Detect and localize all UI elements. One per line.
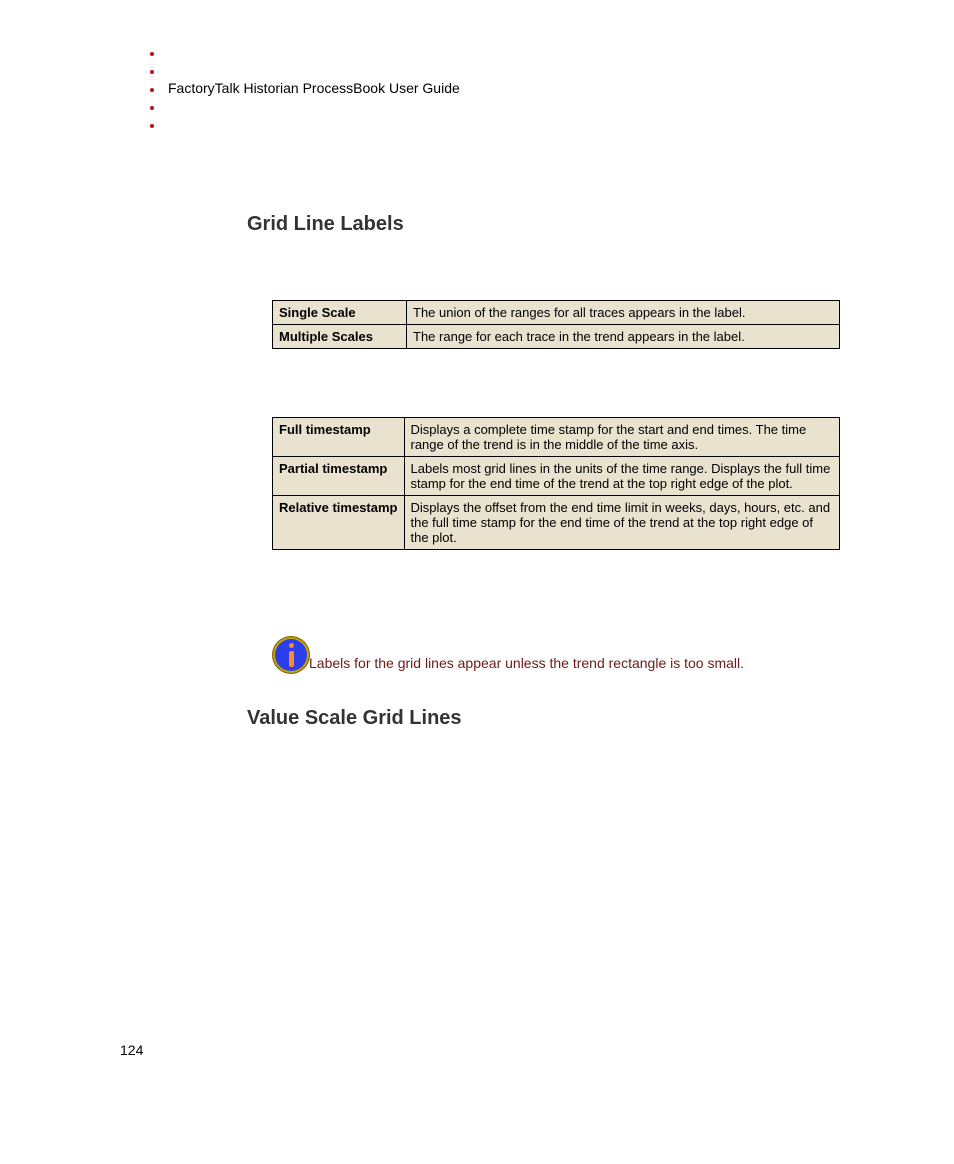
table-row: Partial timestamp Labels most grid lines… [273, 457, 840, 496]
page-number: 124 [120, 1042, 143, 1058]
table-value: Displays the offset from the end time li… [404, 496, 840, 550]
timestamp-labels-table: Full timestamp Displays a complete time … [272, 417, 840, 550]
document-header-title: FactoryTalk Historian ProcessBook User G… [168, 80, 460, 96]
table-key: Multiple Scales [273, 325, 407, 349]
note-row: Labels for the grid lines appear unless … [273, 637, 744, 673]
table-value: The range for each trace in the trend ap… [407, 325, 840, 349]
table-key: Relative timestamp [273, 496, 405, 550]
info-icon [273, 637, 309, 673]
note-text: Labels for the grid lines appear unless … [309, 655, 744, 673]
scale-labels-table: Single Scale The union of the ranges for… [272, 300, 840, 349]
section-heading-value-scale-grid-lines: Value Scale Grid Lines [247, 707, 462, 730]
table-value: The union of the ranges for all traces a… [407, 301, 840, 325]
table-key: Full timestamp [273, 418, 405, 457]
table-value: Displays a complete time stamp for the s… [404, 418, 840, 457]
table-key: Partial timestamp [273, 457, 405, 496]
table-row: Single Scale The union of the ranges for… [273, 301, 840, 325]
section-heading-grid-line-labels: Grid Line Labels [247, 213, 404, 236]
table-row: Multiple Scales The range for each trace… [273, 325, 840, 349]
table-value: Labels most grid lines in the units of t… [404, 457, 840, 496]
decorative-dots [150, 52, 154, 142]
table-key: Single Scale [273, 301, 407, 325]
table-row: Relative timestamp Displays the offset f… [273, 496, 840, 550]
table-row: Full timestamp Displays a complete time … [273, 418, 840, 457]
